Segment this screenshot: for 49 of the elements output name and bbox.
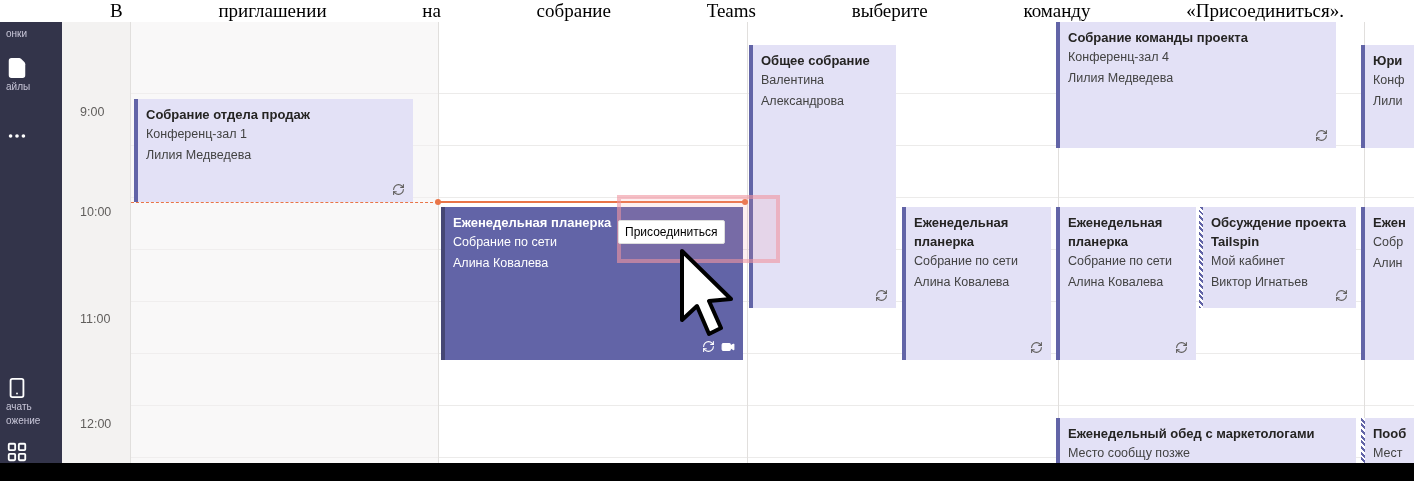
time-label: 12:00: [80, 417, 112, 431]
event-card[interactable]: Собрание команды проекта Конференц-зал 4 Лилия Медведева: [1056, 22, 1336, 148]
event-title: Общее собрание: [761, 52, 870, 70]
event-detail: Собрание по сети: [914, 253, 1019, 270]
event-card[interactable]: Ежен Собр Алин: [1361, 207, 1414, 360]
caption-text: В приглашении на собрание Teams выберите команду «Присоединиться».: [109, 0, 1345, 22]
event-detail: Александрова: [761, 93, 844, 110]
event-card[interactable]: Общее собрание Валентина Александрова: [749, 45, 896, 308]
time-label: 11:00: [80, 312, 111, 326]
event-card[interactable]: Еженедельная планерка Собрание по сети Алина Ковалева: [1056, 207, 1196, 360]
event-card[interactable]: Еженедельная планерка Собрание по сети Алина Ковалева: [902, 207, 1051, 360]
time-label: 9:00: [80, 105, 105, 119]
sidebar-label[interactable]: ожение: [6, 415, 41, 428]
event-title: Еженедельная планерка: [453, 214, 612, 232]
event-detail: Конференц-зал 1: [146, 126, 247, 143]
event-title: Еженедельная планерка: [1068, 214, 1164, 251]
event-title: Еженедельная планерка: [914, 214, 1010, 251]
event-detail: Мой кабинет: [1211, 253, 1285, 270]
event-detail: Алина Ковалева: [914, 274, 1010, 291]
event-detail: Алин: [1373, 255, 1403, 272]
event-detail: Алина Ковалева: [1068, 274, 1164, 291]
event-detail: Собрание по сети: [453, 234, 558, 251]
event-title: Юри: [1373, 52, 1403, 70]
event-title: Ежен: [1373, 214, 1406, 232]
event-detail: Место сообщу позже: [1068, 445, 1190, 462]
event-card[interactable]: Юри Конф Лили: [1361, 45, 1414, 148]
event-card[interactable]: Обсуждение проекта Tailspin Мой кабинет Виктор Игнатьев: [1199, 207, 1356, 308]
event-detail: Собрание по сети: [1068, 253, 1173, 270]
time-label: 10:00: [80, 205, 112, 219]
event-title: Пооб: [1373, 425, 1407, 443]
sidebar-label[interactable]: айлы: [6, 81, 31, 94]
event-detail: Лилия Медведева: [146, 147, 252, 164]
event-detail: Лилия Медведева: [1068, 70, 1174, 87]
event-detail: Алина Ковалева: [453, 255, 549, 272]
event-detail: Мест: [1373, 445, 1403, 462]
event-title: Собрание команды проекта: [1068, 29, 1248, 47]
event-detail: Виктор Игнатьев: [1211, 274, 1308, 291]
sidebar-label[interactable]: ачать: [6, 401, 32, 414]
event-detail: Валентина: [761, 72, 824, 89]
join-button[interactable]: Присоединиться: [618, 220, 725, 244]
event-detail: Лили: [1373, 93, 1403, 110]
event-detail: Конф: [1373, 72, 1405, 89]
event-title: Собрание отдела продаж: [146, 106, 310, 124]
event-title: Обсуждение проекта Tailspin: [1211, 214, 1348, 251]
event-title: Еженедельный обед с маркетологами: [1068, 425, 1315, 443]
event-card[interactable]: Собрание отдела продаж Конференц-зал 1 Лилия Медведева: [134, 99, 413, 202]
event-detail: Собр: [1373, 234, 1404, 251]
event-detail: Конференц-зал 4: [1068, 49, 1169, 66]
sidebar-label[interactable]: онки: [6, 27, 28, 40]
